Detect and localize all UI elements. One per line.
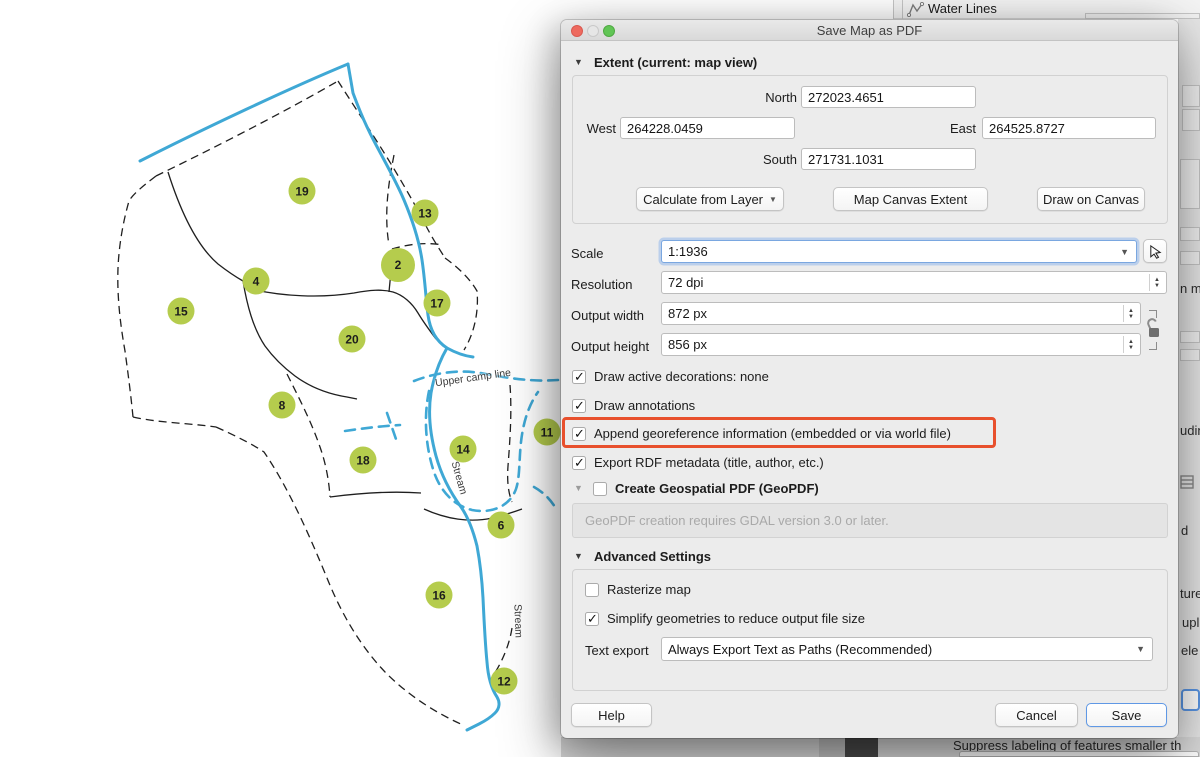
save-map-as-pdf-dialog: Save Map as PDF ▼ Extent (current: map v… <box>561 20 1178 738</box>
south-input[interactable]: 271731.1031 <box>801 148 976 170</box>
checkbox-checked-icon[interactable] <box>572 427 586 441</box>
scale-label: Scale <box>571 246 604 261</box>
clipped-text-fragment: d <box>1181 523 1188 538</box>
clipped-text-fragment: n m <box>1180 281 1200 296</box>
layers-panel-fragment: Water Lines <box>893 0 1200 19</box>
checkbox-checked-icon[interactable] <box>572 370 586 384</box>
background-input-fragment <box>959 751 1199 757</box>
clipped-text-fragment: ture <box>1180 586 1200 601</box>
link-bracket <box>1149 342 1157 350</box>
map-marker-16[interactable]: 16 <box>426 582 453 609</box>
clipped-text-fragment: udin <box>1180 423 1200 438</box>
map-marker-19[interactable]: 19 <box>289 178 316 205</box>
checkbox-unchecked-icon[interactable] <box>585 583 599 597</box>
collapse-triangle-icon[interactable]: ▼ <box>574 551 583 561</box>
background-dialog-fragment: n m udin d ture upl ele <box>1178 19 1200 737</box>
map-marker-12[interactable]: 12 <box>491 668 518 695</box>
map-marker-11[interactable]: 11 <box>534 419 561 446</box>
map-marker-20[interactable]: 20 <box>339 326 366 353</box>
output-width-label: Output width <box>571 308 644 323</box>
map-marker-2[interactable]: 2 <box>381 248 415 282</box>
dialog-titlebar[interactable]: Save Map as PDF <box>561 20 1178 41</box>
collapse-triangle-icon[interactable]: ▼ <box>574 57 583 67</box>
geopdf-disabled-note: GeoPDF creation requires GDAL version 3.… <box>572 503 1168 538</box>
map-marker-13[interactable]: 13 <box>412 200 439 227</box>
clipped-text-fragment: ele <box>1181 643 1198 658</box>
spinner-buttons[interactable]: ▲▼ <box>1123 305 1138 322</box>
north-label: North <box>727 90 797 105</box>
panel-divider <box>902 0 903 19</box>
draw-on-canvas-button[interactable]: Draw on Canvas <box>1037 187 1145 211</box>
output-height-input[interactable]: 856 px ▲▼ <box>661 333 1141 356</box>
background-dialog-fragment: Suppress labeling of features smaller th <box>561 737 1200 757</box>
geopdf-checkbox-row[interactable]: Create Geospatial PDF (GeoPDF) <box>593 481 819 496</box>
south-label: South <box>727 152 797 167</box>
text-export-dropdown[interactable]: Always Export Text as Paths (Recommended… <box>661 637 1153 661</box>
checkbox-row[interactable]: Simplify geometries to reduce output fil… <box>585 611 865 626</box>
color-swatch-fragment <box>845 737 878 757</box>
checkbox-row-append-georeference[interactable]: Append georeference information (embedde… <box>572 426 951 441</box>
checkbox-checked-icon[interactable] <box>585 612 599 626</box>
help-button[interactable]: Help <box>571 703 652 727</box>
map-marker-6[interactable]: 6 <box>488 512 515 539</box>
dropdown-arrow-icon: ▼ <box>1120 247 1129 257</box>
collapse-triangle-icon[interactable]: ▼ <box>574 483 583 493</box>
checkbox-checked-icon[interactable] <box>572 456 586 470</box>
save-button[interactable]: Save <box>1086 703 1167 727</box>
map-marker-4[interactable]: 4 <box>243 268 270 295</box>
dialog-title: Save Map as PDF <box>561 23 1178 38</box>
north-input[interactable]: 272023.4651 <box>801 86 976 108</box>
advanced-settings-header[interactable]: Advanced Settings <box>594 549 711 564</box>
map-marker-15[interactable]: 15 <box>168 298 195 325</box>
dropdown-arrow-icon: ▼ <box>769 195 777 204</box>
calculate-from-layer-button[interactable]: Calculate from Layer▼ <box>636 187 784 211</box>
checkbox-row[interactable]: Draw annotations <box>572 398 695 413</box>
map-marker-14[interactable]: 14 <box>450 436 477 463</box>
map-marker-8[interactable]: 8 <box>269 392 296 419</box>
resolution-label: Resolution <box>571 277 632 292</box>
checkbox-row[interactable]: Export RDF metadata (title, author, etc.… <box>572 455 824 470</box>
spinner-buttons[interactable]: ▲▼ <box>1123 336 1138 353</box>
panel-divider <box>893 0 894 19</box>
checkbox-row[interactable]: Draw active decorations: none <box>572 369 769 384</box>
layer-item-water-lines[interactable]: Water Lines <box>928 1 997 16</box>
map-extent-pointer-icon <box>1148 244 1163 259</box>
scale-combobox[interactable]: 1:1936 ▼ <box>661 240 1137 263</box>
map-text-label: Stream <box>511 604 524 638</box>
clipped-text-fragment: upl <box>1182 615 1199 630</box>
east-input[interactable]: 264525.8727 <box>982 117 1156 139</box>
west-input[interactable]: 264228.0459 <box>620 117 795 139</box>
checkbox-checked-icon[interactable] <box>572 399 586 413</box>
checkbox-row[interactable]: Rasterize map <box>585 582 691 597</box>
west-label: West <box>575 121 616 136</box>
extent-section-header[interactable]: Extent (current: map view) <box>594 55 757 70</box>
resolution-input[interactable]: 72 dpi ▲▼ <box>661 271 1167 294</box>
output-height-label: Output height <box>571 339 649 354</box>
cancel-button[interactable]: Cancel <box>995 703 1078 727</box>
set-scale-from-pointer-button[interactable] <box>1143 239 1167 263</box>
background-button-fragment <box>1181 689 1200 711</box>
dropdown-arrow-icon: ▼ <box>1136 644 1145 654</box>
checkbox-unchecked-icon[interactable] <box>593 482 607 496</box>
unlocked-padlock-icon[interactable] <box>1145 317 1162 341</box>
spinner-buttons[interactable]: ▲▼ <box>1149 274 1164 291</box>
map-marker-17[interactable]: 17 <box>424 290 451 317</box>
map-marker-18[interactable]: 18 <box>350 447 377 474</box>
output-width-input[interactable]: 872 px ▲▼ <box>661 302 1141 325</box>
map-canvas-extent-button[interactable]: Map Canvas Extent <box>833 187 988 211</box>
east-label: East <box>940 121 976 136</box>
line-geometry-icon <box>907 2 925 17</box>
stacked-box-icon <box>1180 475 1196 489</box>
text-export-label: Text export <box>585 643 649 658</box>
